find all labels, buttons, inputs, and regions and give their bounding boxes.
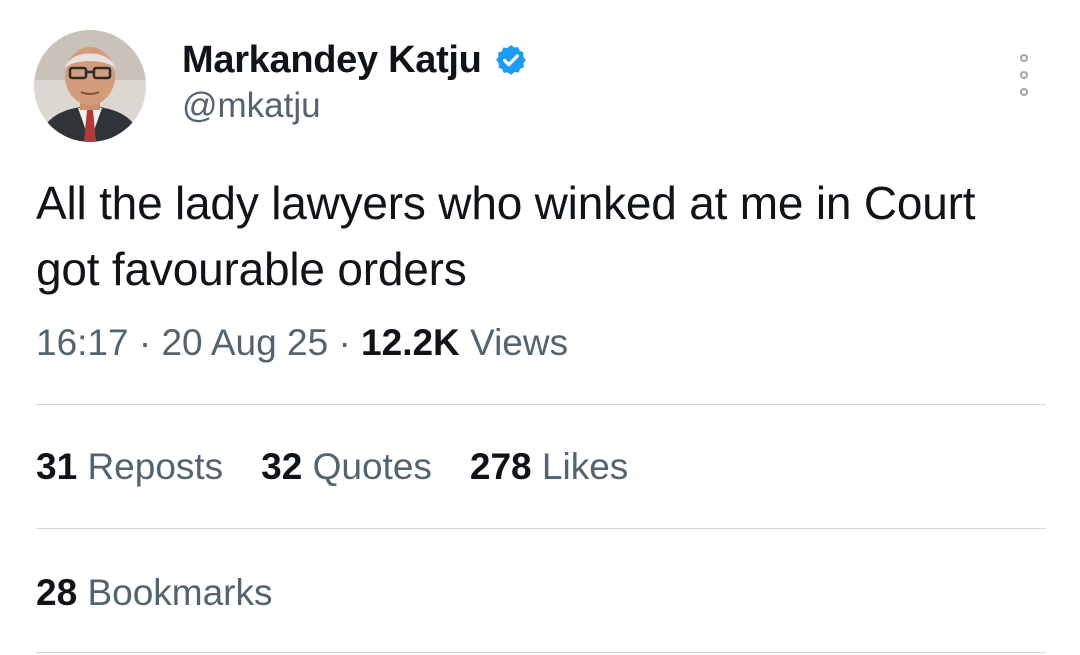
divider bbox=[36, 528, 1046, 529]
bookmarks-label: Bookmarks bbox=[87, 572, 273, 613]
tweet-date[interactable]: 20 Aug 25 bbox=[161, 322, 328, 363]
verified-badge-icon[interactable] bbox=[494, 43, 528, 77]
author-display-name[interactable]: Markandey Katju bbox=[182, 39, 482, 82]
engagement-stats: 31 Reposts 32 Quotes 278 Likes bbox=[36, 446, 666, 488]
reposts-count: 31 bbox=[36, 446, 78, 487]
bookmarks-stat[interactable]: 28 Bookmarks bbox=[36, 572, 273, 614]
more-options-icon[interactable] bbox=[1010, 54, 1038, 96]
more-dot bbox=[1020, 88, 1028, 96]
meta-separator: · bbox=[338, 322, 351, 363]
divider bbox=[36, 652, 1046, 653]
bookmarks-count: 28 bbox=[36, 572, 78, 613]
tweet-time[interactable]: 16:17 bbox=[36, 322, 129, 363]
divider bbox=[36, 404, 1046, 405]
avatar-photo bbox=[34, 30, 146, 142]
more-dot bbox=[1020, 54, 1028, 62]
likes-stat[interactable]: 278 Likes bbox=[470, 446, 628, 488]
quotes-label: Quotes bbox=[312, 446, 432, 487]
author-handle[interactable]: @mkatju bbox=[182, 86, 321, 126]
tweet-meta: 16:17 · 20 Aug 25 · 12.2K Views bbox=[36, 322, 568, 364]
meta-separator: · bbox=[138, 322, 152, 363]
views-label: Views bbox=[470, 322, 569, 363]
likes-label: Likes bbox=[541, 446, 629, 487]
likes-count: 278 bbox=[469, 446, 532, 487]
quotes-count: 32 bbox=[261, 446, 303, 487]
more-dot bbox=[1020, 71, 1028, 79]
author-name-row[interactable]: Markandey Katju bbox=[182, 38, 528, 82]
views-count: 12.2K bbox=[361, 322, 460, 363]
reposts-stat[interactable]: 31 Reposts bbox=[36, 446, 223, 488]
reposts-label: Reposts bbox=[87, 446, 224, 487]
avatar[interactable] bbox=[34, 30, 146, 142]
quotes-stat[interactable]: 32 Quotes bbox=[261, 446, 432, 488]
tweet-text: All the lady lawyers who winked at me in… bbox=[36, 177, 976, 295]
